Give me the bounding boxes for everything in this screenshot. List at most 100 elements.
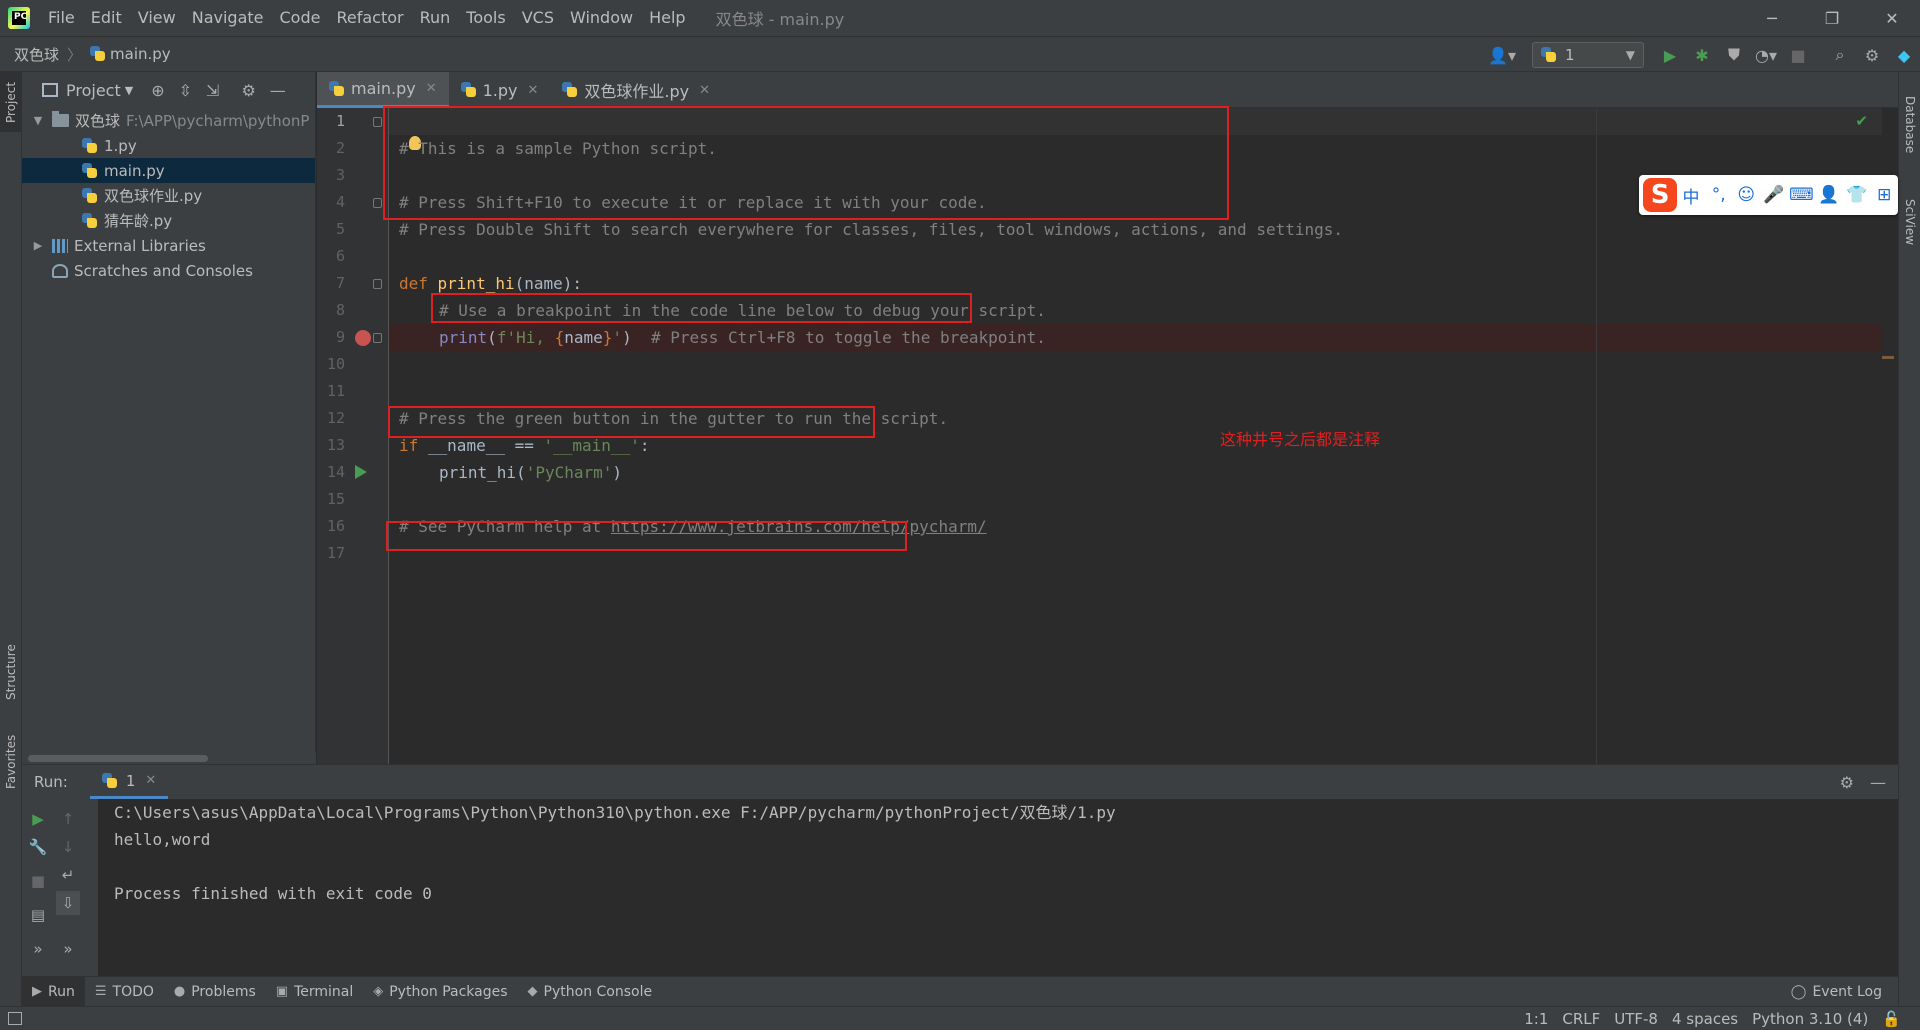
hide-icon[interactable]: — xyxy=(270,81,286,100)
tool-tab-database[interactable]: Database xyxy=(1899,80,1920,170)
tree-file-item[interactable]: 猜年龄.py xyxy=(22,208,315,233)
keyboard-icon[interactable]: ⌨ xyxy=(1788,185,1816,205)
run-configuration-select[interactable]: 1 ▼ xyxy=(1532,42,1644,68)
checkmark-icon[interactable]: ✔ xyxy=(1855,112,1868,130)
coverage-icon[interactable]: ⛊ xyxy=(1720,41,1748,69)
run-icon[interactable]: ▶ xyxy=(1656,41,1684,69)
horizontal-scrollbar[interactable] xyxy=(22,752,316,764)
up-arrow-icon[interactable]: ↑ xyxy=(56,807,80,831)
breakpoint-icon[interactable] xyxy=(355,330,371,346)
gear-icon[interactable]: ⚙ xyxy=(241,81,255,100)
debug-icon[interactable]: ✱ xyxy=(1688,41,1716,69)
gear-icon[interactable]: ⚙ xyxy=(1840,773,1854,792)
tool-run[interactable]: ▶ Run xyxy=(22,976,85,1007)
menu-navigate[interactable]: Navigate xyxy=(184,0,272,36)
more-icon[interactable]: » xyxy=(56,937,80,961)
close-icon[interactable]: ✕ xyxy=(527,83,538,98)
layout-icon[interactable]: ▤ xyxy=(26,903,50,927)
microphone-icon[interactable]: 🎤 xyxy=(1760,185,1788,205)
tool-tab-structure[interactable]: Structure xyxy=(0,632,22,712)
hide-icon[interactable]: — xyxy=(1870,773,1886,792)
menu-file[interactable]: File xyxy=(40,0,83,36)
soft-wrap-icon[interactable]: ↵ xyxy=(56,863,80,887)
project-panel-title[interactable]: Project xyxy=(66,81,121,100)
emoji-icon[interactable]: ☺ xyxy=(1732,185,1760,205)
user-icon[interactable]: 👤 xyxy=(1815,185,1843,205)
breadcrumb-project[interactable]: 双色球 xyxy=(14,44,59,65)
tool-terminal[interactable]: ▣ Terminal xyxy=(266,977,363,1007)
chinese-mode-icon[interactable]: 中 xyxy=(1677,183,1705,208)
stop-icon[interactable]: ■ xyxy=(26,869,50,893)
scrollbar-thumb[interactable] xyxy=(28,755,208,762)
editor-gutter[interactable]: 1 2 3 4 5 6 7 8 9 10 11 12 13 14 15 16 1… xyxy=(317,108,389,764)
collapse-all-icon[interactable]: ⇲ xyxy=(206,81,219,100)
menu-help[interactable]: Help xyxy=(641,0,693,36)
profile-icon[interactable]: ◔▾ xyxy=(1752,41,1780,69)
tool-todo[interactable]: ☰ TODO xyxy=(85,977,164,1007)
lock-icon[interactable]: 🔓 xyxy=(1875,1010,1908,1028)
jetbrains-icon[interactable]: ◆ xyxy=(1890,41,1918,69)
wrench-icon[interactable]: 🔧 xyxy=(26,835,50,859)
toggle-tool-windows-icon[interactable] xyxy=(8,1012,22,1025)
fold-icon[interactable] xyxy=(373,333,382,343)
user-icon[interactable]: 👤▾ xyxy=(1488,41,1516,69)
close-icon[interactable]: ✕ xyxy=(426,81,437,96)
tree-file-item[interactable]: 双色球作业.py xyxy=(22,183,315,208)
expand-all-icon[interactable]: ⇳ xyxy=(179,81,192,100)
more-icon[interactable]: » xyxy=(26,937,50,961)
breadcrumb-file[interactable]: main.py xyxy=(110,45,171,63)
tool-problems[interactable]: ● Problems xyxy=(164,977,266,1007)
tool-tab-favorites[interactable]: Favorites xyxy=(0,722,22,802)
tab-homework-py[interactable]: 双色球作业.py ✕ xyxy=(550,72,722,108)
close-window-button[interactable]: ✕ xyxy=(1864,0,1920,36)
menu-refactor[interactable]: Refactor xyxy=(328,0,411,36)
tree-external-libraries[interactable]: ▶ External Libraries xyxy=(22,233,315,258)
caret-position[interactable]: 1:1 xyxy=(1517,1010,1555,1028)
skin-icon[interactable]: 👕 xyxy=(1843,185,1871,205)
sogou-logo-icon[interactable]: S xyxy=(1643,178,1678,212)
chevron-down-icon[interactable]: ▼ xyxy=(30,114,46,127)
tool-tab-project[interactable]: Project xyxy=(0,72,22,132)
console-output[interactable]: C:\Users\asus\AppData\Local\Programs\Pyt… xyxy=(98,799,1878,977)
menu-window[interactable]: Window xyxy=(562,0,641,36)
menu-vcs[interactable]: VCS xyxy=(514,0,562,36)
close-icon[interactable]: ✕ xyxy=(699,83,710,98)
menu-code[interactable]: Code xyxy=(272,0,329,36)
scroll-to-end-icon[interactable]: ⇩ xyxy=(56,891,80,915)
chevron-right-icon[interactable]: ▶ xyxy=(30,239,46,252)
line-separator[interactable]: CRLF xyxy=(1555,1010,1607,1028)
stop-icon[interactable]: ■ xyxy=(1784,41,1812,69)
tool-python-packages[interactable]: ◈ Python Packages xyxy=(363,977,517,1007)
tree-file-item[interactable]: 1.py xyxy=(22,133,315,158)
punctuation-icon[interactable]: °, xyxy=(1705,185,1733,205)
tool-tab-sciview[interactable]: SciView xyxy=(1899,177,1920,267)
tree-file-item-selected[interactable]: main.py xyxy=(22,158,315,183)
down-arrow-icon[interactable]: ↓ xyxy=(56,835,80,859)
toolbox-icon[interactable]: ⊞ xyxy=(1870,185,1898,205)
menu-edit[interactable]: Edit xyxy=(83,0,130,36)
event-log-button[interactable]: ◯ Event Log xyxy=(1791,977,1882,1007)
file-encoding[interactable]: UTF-8 xyxy=(1607,1010,1665,1028)
restore-button[interactable]: ❐ xyxy=(1804,0,1860,36)
tool-python-console[interactable]: ◆ Python Console xyxy=(518,977,663,1007)
chevron-down-icon[interactable]: ▼ xyxy=(125,84,133,97)
menu-view[interactable]: View xyxy=(130,0,184,36)
tree-root-folder[interactable]: ▼ 双色球 F:\APP\pycharm\pythonP xyxy=(22,108,315,133)
python-interpreter[interactable]: Python 3.10 (4) xyxy=(1745,1010,1875,1028)
menu-run[interactable]: Run xyxy=(412,0,459,36)
close-icon[interactable]: ✕ xyxy=(145,773,156,788)
locate-icon[interactable]: ⊕ xyxy=(151,81,164,100)
rerun-icon[interactable]: ▶ xyxy=(26,807,50,831)
indent-setting[interactable]: 4 spaces xyxy=(1665,1010,1745,1028)
tab-main-py[interactable]: main.py ✕ xyxy=(317,72,449,108)
run-gutter-icon[interactable] xyxy=(355,465,367,479)
fold-icon[interactable] xyxy=(373,198,382,208)
fold-icon[interactable] xyxy=(373,117,382,127)
run-tab[interactable]: 1 ✕ xyxy=(89,765,169,799)
minimize-button[interactable]: ─ xyxy=(1744,0,1800,36)
gear-icon[interactable]: ⚙ xyxy=(1858,41,1886,69)
tab-1-py[interactable]: 1.py ✕ xyxy=(449,72,551,108)
tree-scratches[interactable]: Scratches and Consoles xyxy=(22,258,315,283)
menu-tools[interactable]: Tools xyxy=(458,0,513,36)
fold-icon[interactable] xyxy=(373,279,382,289)
